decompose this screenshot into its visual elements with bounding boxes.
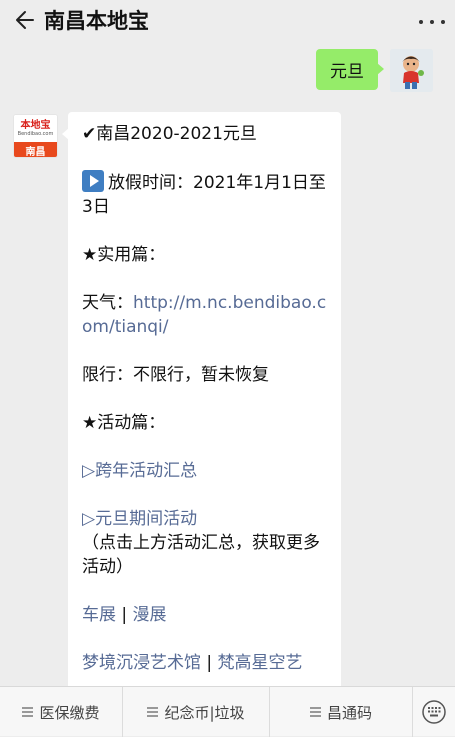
- shows-line: 车展 | 漫展: [82, 603, 329, 627]
- menu-list-icon: [22, 705, 34, 719]
- holiday-line: 放假时间：2021年1月1日至3日: [82, 170, 329, 219]
- official-account-avatar[interactable]: 本地宝 Bendibao.com 南昌: [13, 114, 58, 158]
- separator-text: |: [201, 653, 218, 673]
- menu-item-coins-garbage[interactable]: 纪念币|垃圾: [123, 687, 270, 737]
- bottom-menu-bar: 医保缴费 纪念币|垃圾 昌通码: [0, 686, 455, 737]
- menu-item-medical-insurance[interactable]: 医保缴费: [0, 687, 123, 737]
- user-avatar-image: [390, 49, 433, 92]
- menu-list-icon: [309, 705, 321, 719]
- play-icon: [82, 170, 104, 192]
- traffic-restriction-text: 限行：不限行，暂未恢复: [82, 365, 269, 385]
- vangogh-link[interactable]: 梵高星空艺: [218, 653, 303, 673]
- art-line: 梦境沉浸艺术馆 | 梵高星空艺: [82, 651, 329, 675]
- logo-text: 本地宝: [20, 119, 51, 131]
- menu-list-icon: [147, 705, 159, 719]
- car-show-link[interactable]: 车展: [82, 605, 116, 625]
- menu-item-changtong-code[interactable]: 昌通码: [270, 687, 413, 737]
- back-arrow-icon: [16, 11, 34, 29]
- keyboard-icon: [422, 699, 446, 724]
- keyboard-toggle-button[interactable]: [413, 687, 455, 736]
- separator-text: |: [116, 605, 133, 625]
- practical-heading: ★实用篇：: [82, 245, 166, 265]
- more-dot-icon: [419, 20, 423, 24]
- more-options-button[interactable]: [419, 10, 445, 34]
- comic-show-link[interactable]: 漫展: [133, 605, 167, 625]
- holiday-text: 放假时间：2021年1月1日至3日: [82, 173, 326, 217]
- chat-title: 南昌本地宝: [44, 9, 149, 33]
- top-bar: 南昌本地宝: [0, 0, 455, 40]
- weather-line: 天气：http://m.nc.bendibao.com/tianqi/: [82, 291, 329, 339]
- user-avatar[interactable]: [390, 49, 433, 92]
- received-message-bubble[interactable]: ✔南昌2020-2021元旦 放假时间：2021年1月1日至3日 ★实用篇： 天…: [62, 112, 341, 686]
- message-heading: ✔南昌2020-2021元旦: [82, 124, 257, 144]
- more-dot-icon: [441, 20, 445, 24]
- newyear-activities-link[interactable]: ▷元旦期间活动: [82, 507, 329, 531]
- more-dot-icon: [430, 20, 434, 24]
- chat-area[interactable]: 元旦 本地宝 Bendibao.com 南昌 ✔南昌2020-2021元旦 放假…: [0, 40, 455, 686]
- logo-url-text: Bendibao.com: [17, 130, 54, 137]
- dreamland-art-link[interactable]: 梦境沉浸艺术馆: [82, 653, 201, 673]
- logo-city-label: 南昌: [14, 142, 57, 157]
- bendibao-logo: 本地宝 Bendibao.com: [14, 115, 57, 142]
- weather-label: 天气：: [82, 293, 133, 313]
- menu-item-label: 昌通码: [326, 703, 372, 722]
- back-button[interactable]: [4, 0, 44, 40]
- sent-message-row: 元旦: [316, 49, 433, 92]
- click-tip-text: （点击上方活动汇总，获取更多活动）: [82, 533, 320, 577]
- sent-message-text: 元旦: [330, 62, 364, 82]
- newyear-eve-activities-link[interactable]: ▷跨年活动汇总: [82, 459, 329, 483]
- menu-item-label: 纪念币|垃圾: [164, 703, 245, 722]
- sent-message-bubble[interactable]: 元旦: [316, 49, 384, 90]
- activity-heading: ★活动篇：: [82, 413, 166, 433]
- menu-item-label: 医保缴费: [39, 703, 100, 722]
